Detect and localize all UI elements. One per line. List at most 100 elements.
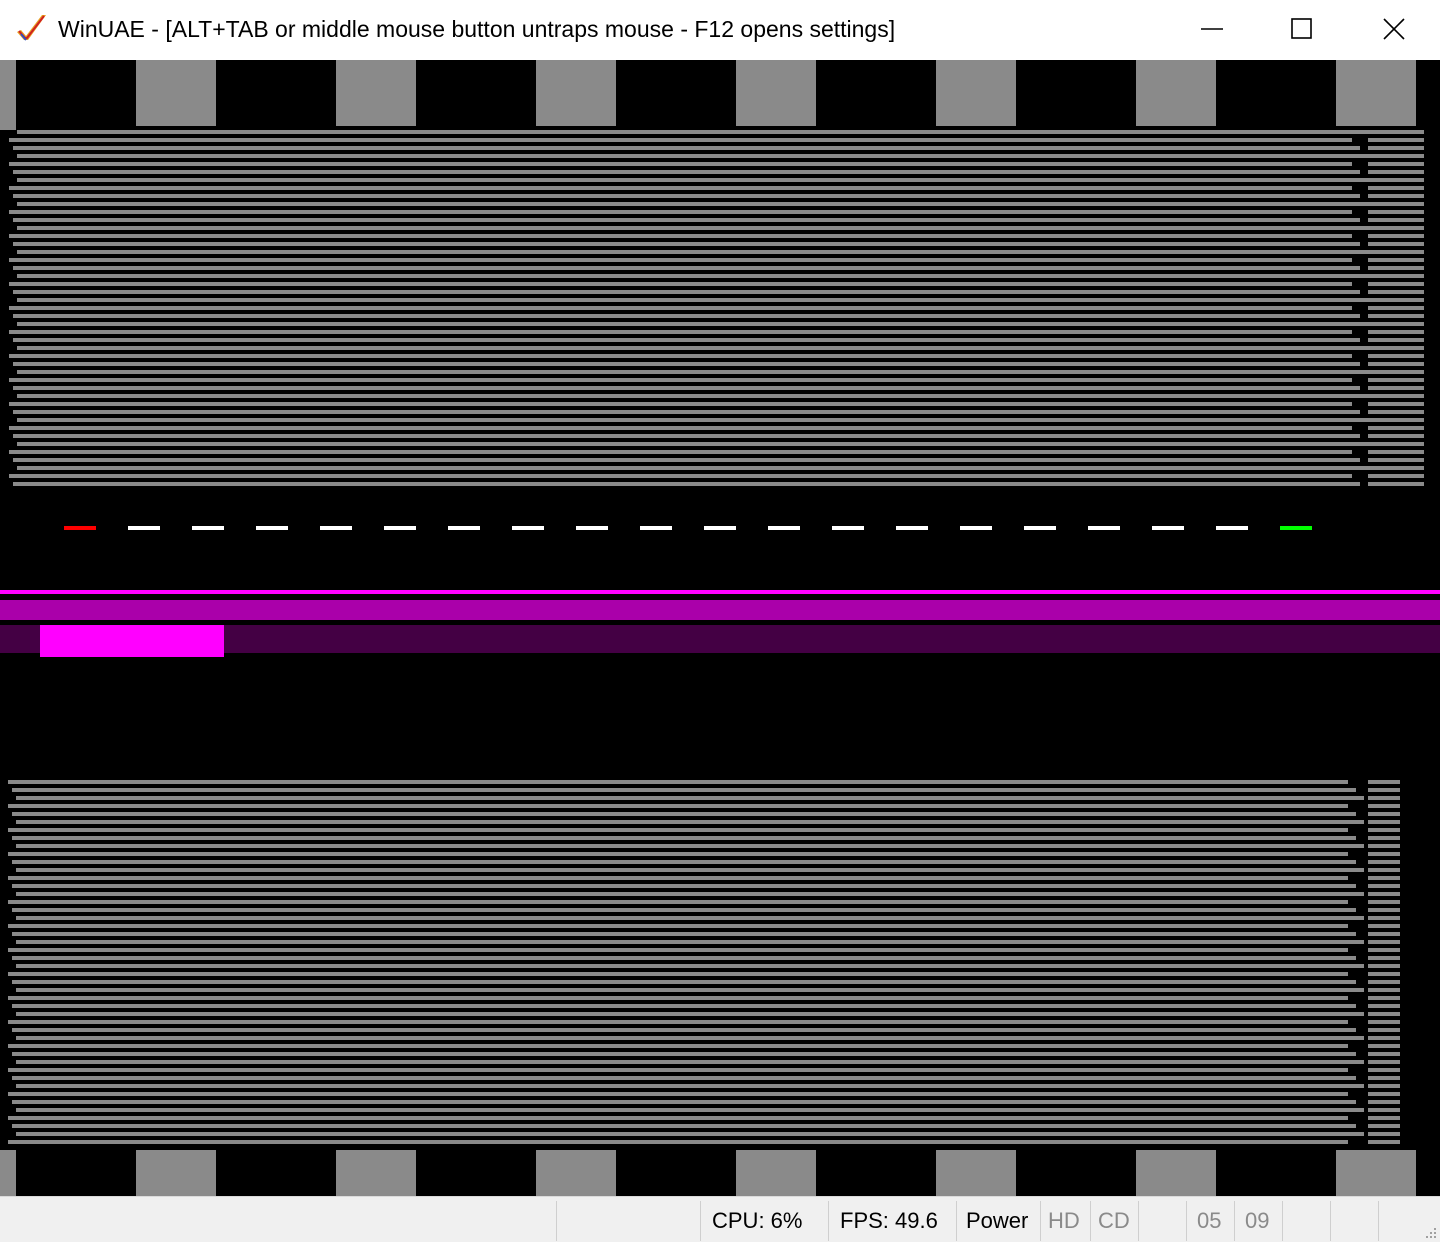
marker-dash bbox=[512, 526, 544, 530]
scanline-stripe bbox=[1368, 852, 1400, 856]
close-button[interactable] bbox=[1348, 0, 1440, 58]
scanline-stripe bbox=[13, 362, 1360, 366]
scanline-stripe bbox=[9, 330, 1352, 334]
marker-dash bbox=[192, 526, 224, 530]
status-divider bbox=[828, 1201, 829, 1241]
scanline-stripe bbox=[1368, 410, 1424, 414]
fps-counter: FPS: 49.6 bbox=[840, 1208, 938, 1233]
scanline-stripe bbox=[1368, 386, 1424, 390]
cd-led[interactable]: CD bbox=[1098, 1207, 1130, 1235]
scanline-stripe bbox=[1368, 162, 1424, 166]
scanline-stripe bbox=[1368, 226, 1424, 230]
scanline-stripe bbox=[1368, 820, 1400, 824]
marker-dash bbox=[256, 526, 288, 530]
scanline-stripe bbox=[1368, 450, 1424, 454]
border-block bbox=[1136, 60, 1216, 126]
scanline-stripe bbox=[1368, 306, 1424, 310]
drive-df0-track[interactable]: 05 bbox=[1197, 1207, 1221, 1235]
maximize-icon bbox=[1291, 18, 1312, 39]
border-block bbox=[336, 1150, 416, 1196]
minimize-button[interactable] bbox=[1166, 0, 1258, 58]
scanline-stripe bbox=[1368, 242, 1424, 246]
close-icon bbox=[1383, 18, 1405, 40]
emulator-output bbox=[0, 60, 1440, 1196]
scanline-stripe bbox=[8, 1044, 1348, 1048]
scanline-stripe bbox=[1368, 892, 1400, 896]
scanline-stripe bbox=[13, 266, 1360, 270]
scanline-stripe bbox=[13, 314, 1360, 318]
scanline-stripe bbox=[12, 1100, 1356, 1104]
power-led[interactable]: Power bbox=[966, 1207, 1028, 1235]
scanline-stripe bbox=[1368, 234, 1424, 238]
scanline-stripe bbox=[1368, 1124, 1400, 1128]
scanline-stripe bbox=[1368, 924, 1400, 928]
scanline-stripe bbox=[1368, 394, 1424, 398]
marker-dash bbox=[640, 526, 672, 530]
drive-df1-track[interactable]: 09 bbox=[1245, 1207, 1269, 1235]
scanline-stripe bbox=[1368, 1044, 1400, 1048]
status-divider bbox=[1282, 1201, 1283, 1241]
scanline-stripe bbox=[8, 828, 1348, 832]
scanline-stripe bbox=[9, 426, 1352, 430]
status-divider bbox=[700, 1201, 701, 1241]
scanline-stripe bbox=[12, 932, 1356, 936]
scanline-stripe bbox=[1368, 474, 1424, 478]
scanline-stripe bbox=[1368, 860, 1400, 864]
scanline-stripe bbox=[1368, 828, 1400, 832]
title-bar[interactable]: WinUAE - [ALT+TAB or middle mouse button… bbox=[0, 0, 1440, 60]
scanline-stripe bbox=[17, 346, 1368, 350]
marker-dash bbox=[1216, 526, 1248, 530]
scanline-stripe bbox=[1368, 146, 1424, 150]
scanline-stripe bbox=[9, 282, 1352, 286]
scanline-stripe bbox=[1368, 330, 1424, 334]
winuae-checkmark-icon[interactable] bbox=[14, 12, 48, 46]
scanline-stripe bbox=[12, 1028, 1356, 1032]
scanline-stripe bbox=[17, 418, 1368, 422]
scanline-stripe bbox=[1368, 338, 1424, 342]
scanline-stripe bbox=[8, 780, 1348, 784]
marker-dash bbox=[1152, 526, 1184, 530]
marker-dash bbox=[576, 526, 608, 530]
scanline-stripe bbox=[1368, 876, 1400, 880]
marker-dash bbox=[704, 526, 736, 530]
scanline-stripe bbox=[13, 482, 1360, 486]
scanline-stripe bbox=[9, 354, 1352, 358]
scanline-stripe bbox=[17, 154, 1368, 158]
scanline-stripe bbox=[13, 386, 1360, 390]
scanline-stripe bbox=[1368, 908, 1400, 912]
scanline-stripe bbox=[12, 908, 1356, 912]
resize-grip-icon[interactable] bbox=[1422, 1224, 1438, 1240]
scanline-stripe bbox=[17, 442, 1368, 446]
scanline-stripe bbox=[1368, 1108, 1400, 1112]
scanline-stripe bbox=[1368, 1020, 1400, 1024]
marker-dash bbox=[896, 526, 928, 530]
marker-dash bbox=[448, 526, 480, 530]
scanline-stripe bbox=[1368, 178, 1424, 182]
scanline-stripe bbox=[13, 218, 1360, 222]
scanline-stripe bbox=[1368, 290, 1424, 294]
scanline-stripe bbox=[1368, 1012, 1400, 1016]
scanline-stripe bbox=[8, 876, 1348, 880]
scanline-stripe bbox=[12, 956, 1356, 960]
scanline-stripe bbox=[1368, 964, 1400, 968]
scanline-stripe bbox=[13, 410, 1360, 414]
border-block bbox=[1136, 1150, 1216, 1196]
scanline-stripe bbox=[1368, 1084, 1400, 1088]
status-divider bbox=[1330, 1201, 1331, 1241]
maximize-button[interactable] bbox=[1256, 0, 1348, 58]
border-block bbox=[536, 60, 616, 126]
scanline-stripe bbox=[17, 130, 1368, 134]
scanline-stripe bbox=[1368, 194, 1424, 198]
status-divider bbox=[1138, 1201, 1139, 1241]
scanline-stripe bbox=[1368, 418, 1424, 422]
scanline-stripe bbox=[1368, 788, 1400, 792]
scanline-stripe bbox=[1368, 466, 1424, 470]
scanline-stripe bbox=[1368, 138, 1424, 142]
scanline-stripe bbox=[8, 804, 1348, 808]
scanline-stripe bbox=[17, 274, 1368, 278]
emulator-display[interactable] bbox=[0, 60, 1440, 1196]
scanline-stripe bbox=[17, 178, 1368, 182]
winuae-window: WinUAE - [ALT+TAB or middle mouse button… bbox=[0, 0, 1440, 1242]
hd-led[interactable]: HD bbox=[1048, 1207, 1080, 1235]
scanline-stripe bbox=[1368, 426, 1424, 430]
